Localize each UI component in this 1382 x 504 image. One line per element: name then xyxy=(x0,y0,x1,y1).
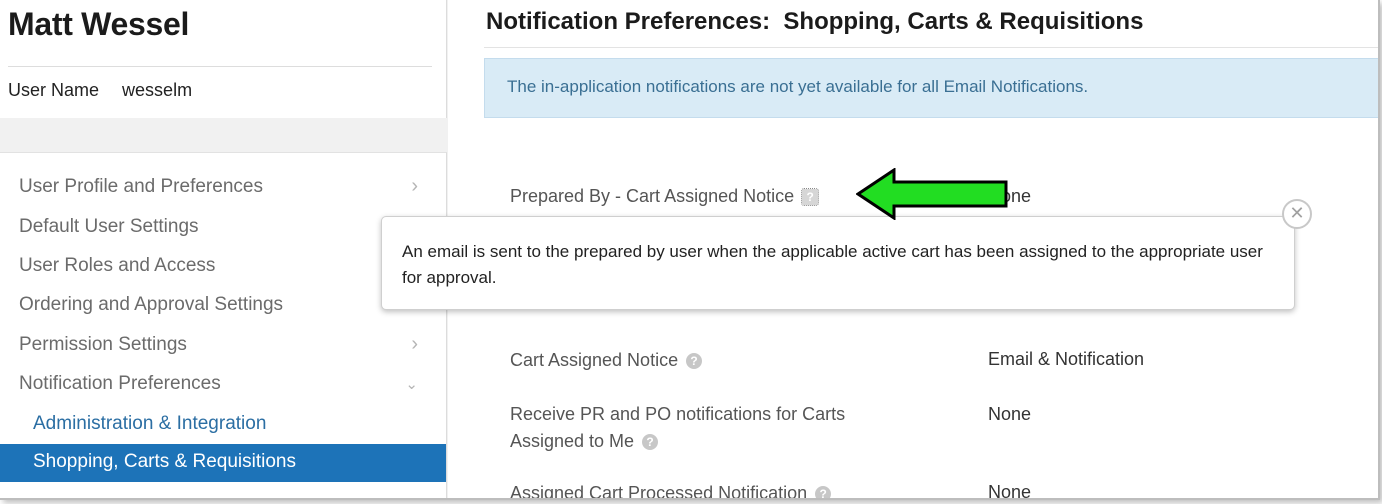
sidebar-subitem-shopping-carts[interactable]: Shopping, Carts & Requisitions xyxy=(0,444,446,482)
chevron-down-icon: ⌄ xyxy=(405,376,418,393)
pref-label-assigned-cart-processed: Assigned Cart Processed Notification? xyxy=(510,480,832,500)
info-banner: The in-application notifications are not… xyxy=(484,58,1378,118)
divider xyxy=(8,66,432,67)
sidebar-item-user-profile[interactable]: User Profile and Preferences › xyxy=(0,169,446,207)
sidebar-item-label: Default User Settings xyxy=(19,216,199,237)
username-value: wesselm xyxy=(122,80,193,100)
help-icon[interactable]: ? xyxy=(642,434,659,450)
pref-label-cart-assigned: Cart Assigned Notice? xyxy=(510,347,703,374)
pref-value-receive-pr-po[interactable]: None xyxy=(988,404,1031,425)
app-window: Matt Wessel User Name wesselm User Profi… xyxy=(0,0,1380,500)
sidebar-item-user-roles[interactable]: User Roles and Access xyxy=(0,248,446,286)
sidebar-item-label: User Roles and Access xyxy=(19,255,216,276)
user-card: Matt Wessel User Name wesselm xyxy=(0,0,447,118)
sidebar-item-notification-preferences[interactable]: Notification Preferences ⌄ xyxy=(0,366,446,404)
pref-label-text: Prepared By - Cart Assigned Notice xyxy=(510,186,795,206)
user-display-name: Matt Wessel xyxy=(8,6,190,42)
info-banner-text: The in-application notifications are not… xyxy=(507,77,1089,96)
divider xyxy=(484,47,1378,48)
sidebar-subitem-administration[interactable]: Administration & Integration xyxy=(0,406,446,444)
chevron-right-icon: › xyxy=(411,175,418,197)
sidebar-item-label: Permission Settings xyxy=(19,334,187,355)
sidebar-item-label: Notification Preferences xyxy=(19,373,221,394)
sidebar-item-permission-settings[interactable]: Permission Settings › xyxy=(0,327,446,365)
sidebar-nav: User Profile and Preferences › Default U… xyxy=(0,152,447,498)
help-icon[interactable]: ? xyxy=(801,188,820,206)
pref-value-cart-assigned[interactable]: Email & Notification xyxy=(988,349,1144,370)
help-icon[interactable]: ? xyxy=(686,353,703,369)
pref-label-text: Assigned Cart Processed Notification xyxy=(510,483,808,500)
pref-label-text: Assigned to Me xyxy=(510,431,635,451)
chevron-right-icon: › xyxy=(411,333,418,355)
sidebar-item-label: Shopping, Carts & Requisitions xyxy=(33,451,296,472)
help-tooltip: An email is sent to the prepared by user… xyxy=(381,216,1295,310)
page-title: Notification Preferences: Shopping, Cart… xyxy=(486,8,1144,35)
pref-label-receive-pr-po: Receive PR and PO notifications for Cart… xyxy=(510,401,845,455)
pref-label-text: Receive PR and PO notifications for Cart… xyxy=(510,404,846,424)
username-row: User Name wesselm xyxy=(8,80,192,101)
pref-value-assigned-cart-processed[interactable]: None xyxy=(988,482,1031,498)
annotation-arrow-icon xyxy=(856,168,1008,220)
help-icon[interactable]: ? xyxy=(815,486,832,498)
sidebar-item-label: Ordering and Approval Settings xyxy=(19,294,284,315)
sidebar-item-label: User Profile and Preferences xyxy=(19,176,263,197)
username-label: User Name xyxy=(8,80,100,100)
sidebar-item-ordering-approval[interactable]: Ordering and Approval Settings xyxy=(0,287,446,325)
pref-label-text: Cart Assigned Notice xyxy=(510,350,679,370)
pref-label-prepared-by-cart-assigned: Prepared By - Cart Assigned Notice? xyxy=(510,183,820,210)
close-icon[interactable]: ✕ xyxy=(1282,199,1312,229)
sidebar-item-default-user-settings[interactable]: Default User Settings xyxy=(0,209,446,247)
sidebar-item-label: Administration & Integration xyxy=(33,413,267,434)
tooltip-text: An email is sent to the prepared by user… xyxy=(402,242,1263,287)
